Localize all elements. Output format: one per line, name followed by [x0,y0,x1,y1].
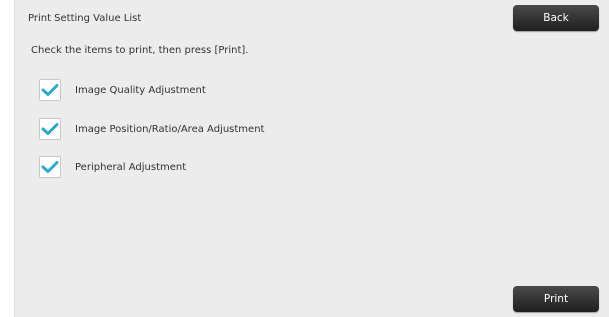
option-label: Image Quality Adjustment [75,84,206,96]
option-label: Image Position/Ratio/Area Adjustment [75,123,265,135]
option-peripheral-adjustment[interactable]: Peripheral Adjustment [39,156,186,178]
print-button[interactable]: Print [513,286,599,312]
page-title: Print Setting Value List [28,13,142,24]
checkmark-icon [41,123,59,135]
checkmark-icon [41,161,59,173]
checkbox-image-position-ratio-area-adjustment[interactable] [39,118,61,140]
instructions-text: Check the items to print, then press [Pr… [31,45,249,56]
option-image-position-ratio-area-adjustment[interactable]: Image Position/Ratio/Area Adjustment [39,118,264,140]
checkbox-peripheral-adjustment[interactable] [39,156,61,178]
checkbox-image-quality-adjustment[interactable] [39,79,61,101]
option-image-quality-adjustment[interactable]: Image Quality Adjustment [39,79,206,101]
checkmark-icon [41,84,59,96]
option-label: Peripheral Adjustment [75,161,187,173]
settings-panel: Print Setting Value List Back Check the … [14,0,609,317]
back-button[interactable]: Back [513,5,599,31]
